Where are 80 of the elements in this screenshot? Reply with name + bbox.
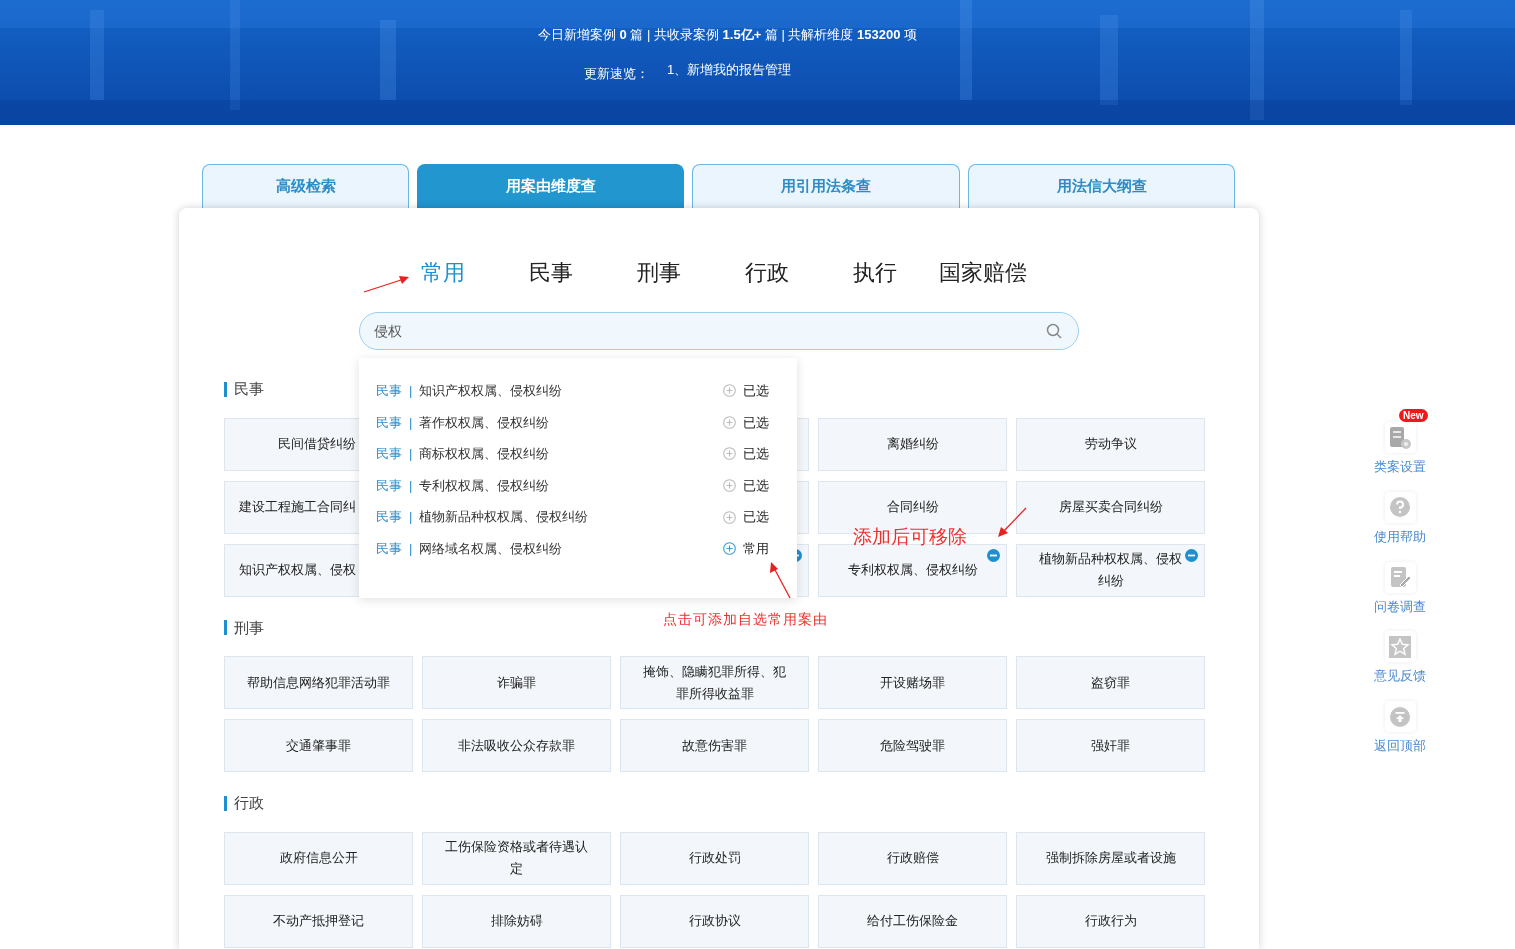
case-cause-tile[interactable]: 故意伤害罪 <box>620 719 809 772</box>
case-cause-tile[interactable]: 劳动争议 <box>1016 417 1205 471</box>
add-common-button[interactable]: 已选 <box>723 444 769 464</box>
case-cause-tile[interactable]: 植物新品种权权属、侵权纠纷 <box>1016 543 1205 597</box>
section-marker <box>224 795 227 811</box>
suggestion-item[interactable]: 著作权权属、侵权纠纷 <box>419 412 723 433</box>
search-field[interactable]: 侵权 <box>359 312 1079 350</box>
annotation-arrow <box>363 276 409 293</box>
item-category: 民事 <box>376 445 402 464</box>
case-cause-tile[interactable]: 交通肇事罪 <box>224 719 413 772</box>
add-common-button[interactable]: 已选 <box>723 381 769 401</box>
suggestion-item[interactable]: 知识产权权属、侵权纠纷 <box>419 381 723 401</box>
item-category: 民事 <box>376 382 402 401</box>
annotation-arrow <box>998 507 1027 537</box>
case-cause-tile[interactable]: 行政处罚 <box>620 831 809 885</box>
case-cause-tile[interactable]: 盗窃罪 <box>1016 656 1205 709</box>
section-title: 民事 <box>234 379 264 399</box>
case-cause-tile[interactable]: 非法吸收公众存款罪 <box>422 719 611 772</box>
add-icon[interactable] <box>723 384 736 398</box>
suggestion-item[interactable]: 植物新品种权权属、侵权纠纷 <box>419 507 723 527</box>
section-title: 行政 <box>234 793 264 813</box>
case-cause-tile[interactable]: 行政赔偿 <box>818 831 1007 885</box>
suggestion-item[interactable]: 商标权权属、侵权纠纷 <box>419 444 723 464</box>
case-cause-tile[interactable]: 给付工伤保险金 <box>818 894 1007 948</box>
section-marker <box>224 381 227 397</box>
case-cause-tile[interactable]: 帮助信息网络犯罪活动罪 <box>224 656 413 709</box>
case-cause-tile[interactable]: 行政行为 <box>1016 894 1205 948</box>
add-icon[interactable] <box>723 415 736 429</box>
case-cause-tile[interactable]: 危险驾驶罪 <box>818 719 1007 772</box>
case-cause-tile[interactable]: 行政协议 <box>620 894 809 948</box>
update-item[interactable]: 1、新增我的报告管理 <box>666 62 792 78</box>
item-separator: | <box>409 540 413 558</box>
add-common-button[interactable]: 常用 <box>723 539 769 559</box>
item-separator: | <box>409 445 413 464</box>
category-tab[interactable]: 国家赔偿 <box>939 255 1039 289</box>
annotation-arrow <box>770 562 791 599</box>
add-common-button[interactable]: 已选 <box>723 412 769 433</box>
category-tab[interactable]: 常用 <box>421 255 529 289</box>
suggestion-item[interactable]: 网络域名权属、侵权纠纷 <box>419 539 723 559</box>
suggestion-item[interactable]: 专利权权属、侵权纠纷 <box>419 475 723 496</box>
add-icon[interactable] <box>723 479 736 493</box>
tool-label[interactable]: 返回顶部 <box>1374 737 1426 756</box>
tool-label[interactable]: 类案设置 <box>1374 458 1426 477</box>
new-badge: New <box>1399 409 1428 422</box>
case-cause-tile[interactable]: 排除妨碍 <box>422 894 611 948</box>
remove-icon[interactable] <box>987 548 1000 562</box>
search-icon[interactable] <box>1046 323 1062 339</box>
add-common-button[interactable]: 已选 <box>723 475 769 496</box>
statistics-text: 今日新增案例 0 篇 | 共收录案例 1.5亿+ 篇 | 共解析维度 153200 项 <box>537 26 918 44</box>
tool-label[interactable]: 问卷调查 <box>1374 597 1426 617</box>
add-icon[interactable] <box>723 447 736 461</box>
updates-label: 更新速览： <box>583 65 649 83</box>
tool-label[interactable]: 意见反馈 <box>1374 667 1426 686</box>
category-tab[interactable]: 执行 <box>853 255 939 289</box>
item-category: 民事 <box>376 540 402 558</box>
add-icon[interactable] <box>723 510 736 524</box>
case-cause-tile[interactable]: 开设赌场罪 <box>818 656 1007 709</box>
case-cause-tile[interactable]: 房屋买卖合同纠纷 <box>1016 480 1205 534</box>
case-cause-tile[interactable]: 政府信息公开 <box>224 831 413 885</box>
case-cause-tile[interactable]: 掩饰、隐瞒犯罪所得、犯罪所得收益罪 <box>620 656 809 709</box>
section-title: 刑事 <box>234 617 264 638</box>
tool-label[interactable]: 使用帮助 <box>1374 527 1426 547</box>
category-tab[interactable]: 民事 <box>529 255 637 289</box>
annotation-text: 点击可添加自选常用案由 <box>663 610 828 629</box>
remove-icon[interactable] <box>1185 548 1198 562</box>
case-cause-tile[interactable]: 诈骗罪 <box>422 656 611 709</box>
case-cause-tile[interactable]: 离婚纠纷 <box>818 417 1007 471</box>
case-cause-tile[interactable]: 工伤保险资格或者待遇认定 <box>422 831 611 885</box>
case-cause-tile[interactable]: 不动产抵押登记 <box>224 894 413 948</box>
item-separator: | <box>409 508 413 527</box>
item-separator: | <box>409 382 413 401</box>
item-category: 民事 <box>376 508 402 527</box>
case-cause-tile[interactable]: 强制拆除房屋或者设施 <box>1016 831 1205 885</box>
case-cause-tile[interactable]: 强奸罪 <box>1016 719 1205 772</box>
section-marker <box>224 620 227 636</box>
category-tab[interactable]: 行政 <box>745 255 853 289</box>
category-tab[interactable]: 刑事 <box>637 255 745 289</box>
add-common-button[interactable]: 已选 <box>723 507 769 527</box>
add-icon[interactable] <box>723 542 736 556</box>
search-value: 侵权 <box>374 321 403 341</box>
